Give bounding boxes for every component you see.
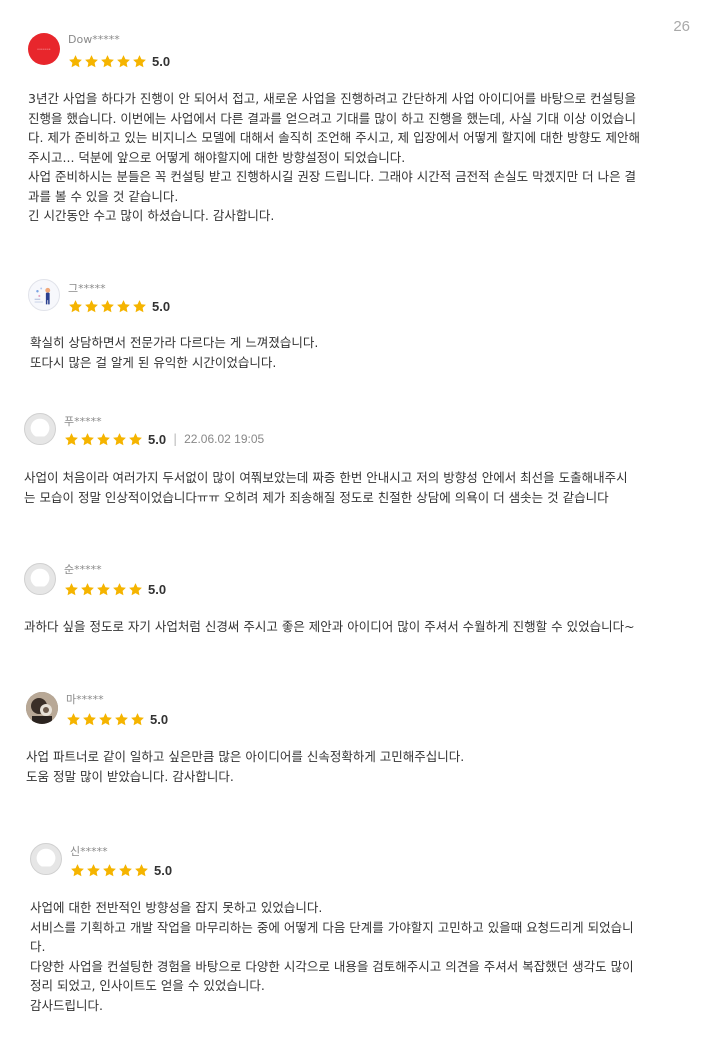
star-icon: [81, 432, 94, 445]
star-icon: [133, 299, 146, 312]
review-line: 사업이 처음이라 여러가지 두서없이 많이 여쭤보았는데 짜증 한번 안내시고 …: [24, 470, 628, 485]
star-icon: [133, 54, 146, 67]
rating-score: 5.0: [154, 862, 173, 878]
review-line: 또다시 많은 걸 알게 된 유익한 시간이었습니다.: [30, 354, 277, 370]
star-icon: [71, 863, 84, 876]
reviewer-name: 푸*****: [64, 415, 102, 428]
star-rating: [68, 299, 147, 314]
photo-avatar: [26, 692, 58, 724]
star-icon: [117, 54, 130, 67]
star-icon: [135, 863, 148, 876]
review-line: 사업 준비하시는 분들은 꼭 컨설팅 받고 진행하시길 권장 드립니다. 그래야…: [28, 169, 637, 184]
rating-score: 5.0: [148, 431, 167, 447]
user-silhouette-icon: [31, 848, 61, 874]
review-line: 도움 정말 많이 받았습니다. 감사합니다.: [26, 768, 234, 784]
review-line: 과를 볼 수 있을 것 같습니다.: [28, 188, 179, 204]
reviewer-name: 신*****: [70, 845, 108, 858]
reviewer-name: 그*****: [68, 282, 106, 295]
review-line: 사업에 대한 전반적인 방향성을 잡지 못하고 있었습니다.: [30, 900, 323, 915]
star-icon: [67, 712, 80, 725]
review-line: 진행을 했습니다. 이번에는 사업에서 다른 결과를 얻으려고 기대를 많이 하…: [28, 110, 637, 126]
star-icon: [81, 582, 94, 595]
review-line: 다.: [30, 939, 46, 954]
review-text: 확실히 상담하면서 전문가라 다르다는 게 느껴졌습니다. 또다시 많은 걸 알…: [30, 333, 318, 372]
page-number: 26: [673, 18, 690, 35]
star-rating: [66, 712, 145, 727]
review-text: 과하다 싶을 정도로 자기 사업처럼 신경써 주시고 좋은 제안과 아이디어 많…: [24, 617, 635, 637]
star-rating: [64, 432, 143, 447]
review-line: 확실히 상담하면서 전문가라 다르다는 게 느껴졌습니다.: [30, 335, 319, 350]
star-icon: [85, 54, 98, 67]
user-silhouette-icon: [25, 568, 55, 594]
rating-score: 5.0: [148, 581, 167, 597]
star-icon: [99, 712, 112, 725]
star-icon: [97, 582, 110, 595]
star-icon: [97, 432, 110, 445]
rating-row: 5.0: [66, 711, 168, 727]
star-icon: [69, 54, 82, 67]
review-line: 과하다 싶을 정도로 자기 사업처럼 신경써 주시고 좋은 제안과 아이디어 많…: [24, 619, 635, 634]
star-icon: [101, 299, 114, 312]
rating-row: 5.0: [68, 53, 170, 69]
rating-score: 5.0: [152, 298, 171, 314]
star-icon: [69, 299, 82, 312]
rating-row: 5.0: [68, 298, 170, 314]
review-line: 감사드립니다.: [30, 997, 103, 1013]
star-icon: [85, 299, 98, 312]
photo-avatar-image: [26, 692, 58, 724]
star-icon: [129, 432, 142, 445]
review-line: 주시고... 덕분에 앞으로 어떻게 해야할지에 대한 방향설정이 되었습니다.: [28, 149, 406, 165]
red-logo-avatar: •••••••: [28, 33, 60, 65]
rating-row: 5.0: [70, 862, 172, 878]
rating-row: 5.0 | 22.06.02 19:05: [64, 431, 264, 447]
star-icon: [115, 712, 128, 725]
reviewer-name: 마*****: [66, 693, 104, 706]
default-user-avatar: [30, 843, 62, 875]
illustration-avatar-icon: [34, 287, 51, 305]
star-icon: [113, 432, 126, 445]
review-line: 다. 제가 준비하고 있는 비지니스 모델에 대해서 솔직히 조언해 주시고, …: [28, 130, 641, 145]
default-user-avatar: [24, 413, 56, 445]
star-rating: [70, 863, 149, 878]
rating-score: 5.0: [150, 711, 169, 727]
review-line: 긴 시간동안 수고 많이 하셨습니다. 감사합니다.: [28, 208, 275, 223]
review-date: 22.06.02 19:05: [184, 432, 265, 446]
default-user-avatar: [24, 563, 56, 595]
star-icon: [65, 432, 78, 445]
review-line: 3년간 사업을 하다가 진행이 안 되어서 접고, 새로운 사업을 진행하려고 …: [28, 91, 637, 106]
separator: |: [173, 432, 178, 446]
star-icon: [131, 712, 144, 725]
star-icon: [119, 863, 132, 876]
review-line: 서비스를 기획하고 개발 작업을 마무리하는 중에 어떻게 다음 단계를 가야할…: [30, 919, 634, 935]
review-text: 사업 파트너로 같이 일하고 싶은만큼 많은 아이디어를 신속정확하게 고민해주…: [26, 747, 464, 786]
illustration-avatar: [28, 279, 60, 311]
review-line: 정리 되었고, 인사이트도 얻을 수 있었습니다.: [30, 978, 265, 993]
rating-row: 5.0: [64, 581, 166, 597]
rating-score: 5.0: [152, 53, 171, 69]
star-icon: [129, 582, 142, 595]
star-icon: [117, 299, 130, 312]
star-rating: [64, 582, 143, 597]
reviewer-name: Dow*****: [68, 33, 120, 46]
user-silhouette-icon: [25, 418, 55, 444]
review-text: 사업이 처음이라 여러가지 두서없이 많이 여쭤보았는데 짜증 한번 안내시고 …: [24, 468, 628, 507]
star-rating: [68, 54, 147, 69]
reviewer-name: 순*****: [64, 563, 102, 576]
review-line: 다양한 사업을 컨설팅한 경험을 바탕으로 다양한 시각으로 내용을 검토해주시…: [30, 958, 634, 974]
star-icon: [103, 863, 116, 876]
star-icon: [65, 582, 78, 595]
review-line: 사업 파트너로 같이 일하고 싶은만큼 많은 아이디어를 신속정확하게 고민해주…: [26, 749, 465, 764]
review-line: 는 모습이 정말 인상적이었습니다ㅠㅠ 오히려 제가 죄송해질 정도로 친절한 …: [24, 489, 609, 505]
star-icon: [113, 582, 126, 595]
review-text: 사업에 대한 전반적인 방향성을 잡지 못하고 있었습니다. 서비스를 기획하고…: [30, 898, 634, 1015]
star-icon: [87, 863, 100, 876]
review-text: 3년간 사업을 하다가 진행이 안 되어서 접고, 새로운 사업을 진행하려고 …: [28, 89, 640, 226]
star-icon: [83, 712, 96, 725]
star-icon: [101, 54, 114, 67]
